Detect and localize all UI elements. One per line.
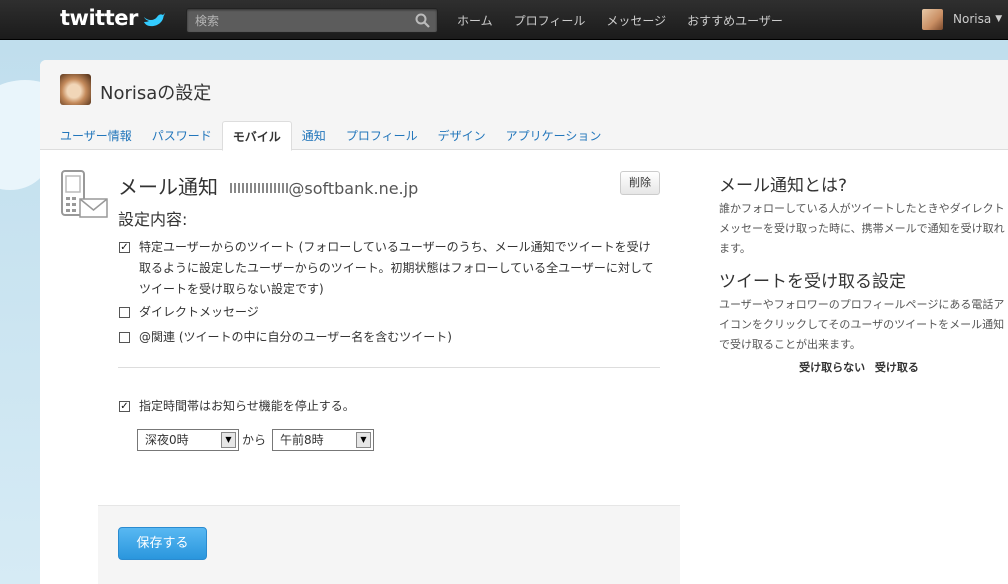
option-label: 特定ユーザーからのツイート (フォローしているユーザーのうち、メール通知でツイー… bbox=[139, 240, 654, 296]
save-button[interactable]: 保存する bbox=[118, 527, 207, 560]
nav-messages[interactable]: メッセージ bbox=[606, 12, 666, 29]
nav-profile[interactable]: プロフィール bbox=[514, 12, 586, 29]
tab-password[interactable]: パスワード bbox=[142, 121, 222, 151]
delete-button[interactable]: 削除 bbox=[620, 171, 660, 195]
nav-recommended-users[interactable]: おすすめユーザー bbox=[687, 12, 783, 29]
twitter-logo[interactable]: twitter bbox=[60, 6, 138, 34]
link-do-not-receive[interactable]: 受け取らない bbox=[799, 361, 865, 374]
tab-account[interactable]: ユーザー情報 bbox=[50, 121, 142, 151]
option-label: ダイレクトメッセージ bbox=[139, 305, 259, 319]
sidebar-heading-receive: ツイートを受け取る設定 bbox=[719, 272, 906, 292]
option-specific-users: ✓ 特定ユーザーからのツイート (フォローしているユーザーのうち、メール通知でツ… bbox=[119, 237, 659, 300]
tab-mobile[interactable]: モバイル bbox=[221, 121, 292, 151]
option-mentions: @関連 (ツイートの中に自分のユーザー名を含むツイート) bbox=[119, 327, 659, 348]
avatar bbox=[60, 74, 91, 105]
tab-profile[interactable]: プロフィール bbox=[336, 121, 428, 151]
masked-email-user bbox=[230, 183, 289, 193]
email-address: @softbank.ne.jp bbox=[230, 179, 418, 198]
time-connector: から bbox=[242, 433, 267, 447]
page-title: Norisaの設定 bbox=[100, 83, 212, 104]
tab-notifications[interactable]: 通知 bbox=[292, 121, 336, 151]
option-quiet-hours: ✓ 指定時間帯はお知らせ機能を停止する。 bbox=[119, 396, 659, 417]
settings-header: Norisaの設定 ユーザー情報 パスワード モバイル 通知 プロフィール デザ… bbox=[40, 60, 1008, 151]
top-bar: twitter ホーム プロフィール メッセージ おすすめユーザー Norisa… bbox=[0, 0, 1008, 40]
search-input[interactable] bbox=[187, 9, 407, 32]
link-receive[interactable]: 受け取る bbox=[875, 361, 919, 374]
sidebar-text-receive: ユーザーやフォロワーのプロフィールページにある電話アイコンをクリックしてそのユー… bbox=[719, 298, 1005, 351]
option-label: 指定時間帯はお知らせ機能を停止する。 bbox=[139, 399, 355, 413]
from-time-value: 深夜0時 bbox=[145, 433, 189, 447]
email-domain: @softbank.ne.jp bbox=[288, 179, 419, 198]
search-box[interactable] bbox=[186, 8, 438, 33]
chevron-down-icon: ▼ bbox=[995, 14, 1003, 24]
tab-applications[interactable]: アプリケーション bbox=[496, 121, 612, 151]
option-direct-messages: ダイレクトメッセージ bbox=[119, 302, 659, 323]
username: Norisa bbox=[953, 12, 992, 26]
email-notification-heading: メール通知 bbox=[118, 175, 218, 199]
help-sidebar: メール通知とは? 誰かフォローしている人がツイートしたときやダイレクトメッセーを… bbox=[719, 171, 1008, 375]
checkbox-mentions[interactable] bbox=[119, 332, 130, 343]
settings-tabs: ユーザー情報 パスワード モバイル 通知 プロフィール デザイン アプリケーショ… bbox=[50, 121, 611, 151]
top-nav: ホーム プロフィール メッセージ おすすめユーザー bbox=[457, 12, 804, 29]
avatar bbox=[922, 8, 943, 30]
to-time-select[interactable]: 午前8時 ▼ bbox=[272, 429, 374, 451]
section-title: メール通知 @softbank.ne.jp bbox=[118, 171, 418, 200]
search-icon[interactable] bbox=[415, 13, 430, 28]
divider bbox=[118, 367, 660, 368]
sidebar-text-what-is: 誰かフォローしている人がツイートしたときやダイレクトメッセーを受け取った時に、携… bbox=[719, 202, 1005, 255]
user-menu[interactable]: Norisa ▼ bbox=[922, 8, 1002, 30]
nav-home[interactable]: ホーム bbox=[457, 12, 493, 29]
checkbox-specific-users[interactable]: ✓ bbox=[119, 242, 130, 253]
checkbox-direct-messages[interactable] bbox=[119, 307, 130, 318]
receive-links: 受け取らない 受け取る bbox=[719, 359, 999, 375]
dropdown-arrow-icon[interactable]: ▼ bbox=[221, 432, 236, 448]
settings-content-label: 設定内容: bbox=[118, 210, 188, 229]
mobile-mail-icon bbox=[61, 170, 108, 218]
settings-card: Norisaの設定 ユーザー情報 パスワード モバイル 通知 プロフィール デザ… bbox=[40, 60, 1008, 584]
to-time-value: 午前8時 bbox=[280, 433, 324, 447]
option-label: @関連 (ツイートの中に自分のユーザー名を含むツイート) bbox=[139, 330, 452, 344]
checkbox-quiet-hours[interactable]: ✓ bbox=[119, 401, 130, 412]
form-footer: 保存する bbox=[98, 505, 680, 584]
bird-icon bbox=[144, 13, 165, 27]
from-time-select[interactable]: 深夜0時 ▼ bbox=[137, 429, 239, 451]
sidebar-heading-what-is: メール通知とは? bbox=[719, 176, 848, 196]
tab-design[interactable]: デザイン bbox=[428, 121, 496, 151]
dropdown-arrow-icon[interactable]: ▼ bbox=[356, 432, 371, 448]
